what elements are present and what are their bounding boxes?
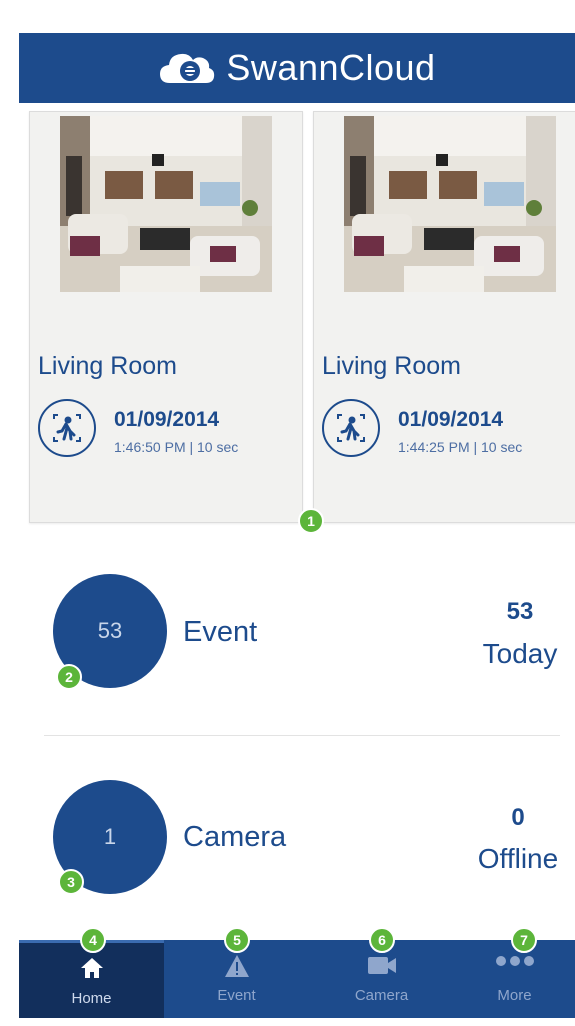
camera-label[interactable]: Camera: [183, 821, 286, 854]
nav-more-label: More: [497, 987, 532, 1004]
recording-thumbnail[interactable]: [60, 116, 272, 292]
more-dots-icon: [495, 954, 535, 973]
app-header: SwannCloud: [19, 33, 575, 103]
callout-badge-4: 4: [80, 927, 106, 953]
event-today-count: 53: [506, 598, 534, 625]
callout-badge-1: 1: [298, 508, 324, 534]
warning-icon: [224, 954, 250, 983]
recording-card[interactable]: Living Room 01/09/2014 1:44:25 PM | 10 s…: [313, 111, 575, 523]
home-icon: [80, 957, 104, 984]
cloud-camera-icon: [158, 49, 216, 87]
recording-time: 1:46:50 PM | 10 sec: [114, 439, 239, 455]
recording-date: 01/09/2014: [114, 408, 220, 431]
bottom-nav: Home Event Camera More: [19, 940, 575, 1018]
recording-card[interactable]: Living Room 01/09/2014 1:46:50 PM | 10 s…: [29, 111, 303, 523]
event-today-label: Today: [482, 638, 558, 669]
callout-badge-2: 2: [56, 664, 82, 690]
nav-home-label: Home: [71, 990, 112, 1007]
divider: [44, 735, 560, 736]
callout-badge-7: 7: [511, 927, 537, 953]
recording-date: 01/09/2014: [398, 408, 504, 431]
motion-detected-icon: [38, 399, 96, 457]
camera-name: Living Room: [322, 352, 461, 380]
callout-badge-3: 3: [58, 869, 84, 895]
recording-thumbnail[interactable]: [344, 116, 556, 292]
nav-event-label: Event: [217, 987, 256, 1004]
recording-time: 1:44:25 PM | 10 sec: [398, 439, 523, 455]
camera-offline-count: 0: [511, 804, 525, 831]
motion-detected-icon: [322, 399, 380, 457]
video-camera-icon: [367, 954, 397, 981]
nav-more[interactable]: More: [454, 940, 575, 1018]
callout-badge-5: 5: [224, 927, 250, 953]
camera-name: Living Room: [38, 352, 177, 380]
callout-badge-6: 6: [369, 927, 395, 953]
event-label[interactable]: Event: [183, 616, 257, 649]
camera-offline-label: Offline: [477, 843, 559, 874]
nav-camera-label: Camera: [354, 987, 409, 1004]
app-title: SwannCloud: [226, 47, 436, 88]
